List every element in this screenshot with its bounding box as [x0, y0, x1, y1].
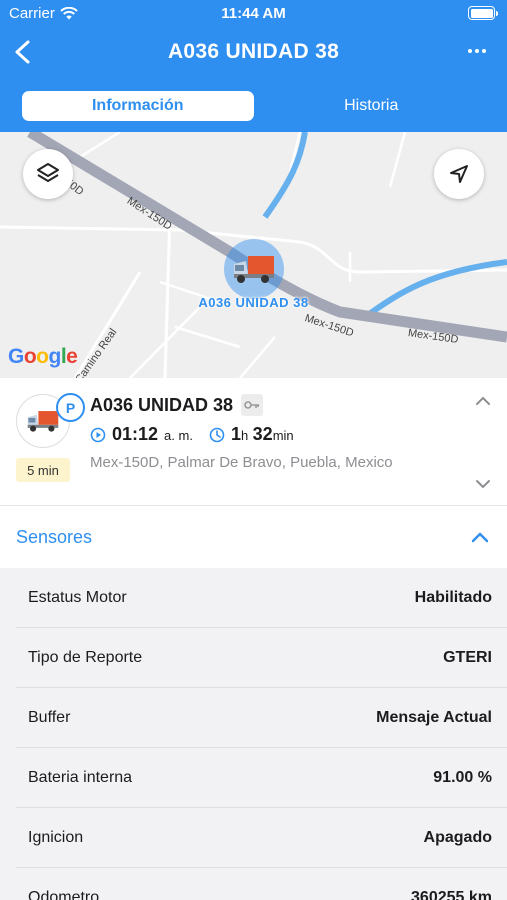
- vehicle-name-row: A036 UNIDAD 38: [90, 394, 264, 416]
- map-layers-button[interactable]: [23, 149, 73, 199]
- chevron-up-icon[interactable]: [475, 396, 491, 406]
- vehicle-name: A036 UNIDAD 38: [90, 394, 234, 415]
- sensores-section-header[interactable]: Sensores: [0, 507, 507, 567]
- layers-icon: [37, 163, 59, 182]
- sensor-label: Ignicion: [28, 829, 84, 846]
- locate-button[interactable]: [434, 149, 484, 199]
- sensor-label: Tipo de Reporte: [28, 649, 143, 666]
- battery-icon: [468, 6, 498, 20]
- map-view[interactable]: Mex-150D Mex-150D Mex-150D Mex-150D Cami…: [0, 132, 507, 378]
- play-circle-icon: [90, 427, 106, 442]
- duration-minutes: 32: [252, 424, 273, 444]
- sensor-row: Ignicion Apagado: [16, 808, 507, 868]
- duration-minutes-unit: min: [272, 428, 294, 443]
- report-time-suffix: a. m.: [164, 428, 193, 443]
- sensor-value: Apagado: [423, 829, 492, 846]
- chevron-down-icon[interactable]: [475, 479, 491, 489]
- report-time: 01:12: [112, 424, 159, 444]
- sensor-value: 360255 km: [411, 889, 492, 900]
- truck-icon: [234, 256, 274, 283]
- sensor-value: 91.00 %: [433, 769, 492, 786]
- sensor-row: Buffer Mensaje Actual: [16, 688, 507, 748]
- app-header: Carrier 11:44 AM A036 UNIDAD 38 Informac…: [0, 0, 507, 132]
- clock-icon: [209, 427, 225, 442]
- sensor-row: Estatus Motor Habilitado: [16, 568, 507, 628]
- more-options-button[interactable]: [465, 36, 489, 66]
- vehicle-map-marker[interactable]: [224, 239, 284, 299]
- navigation-arrow-icon: [450, 165, 468, 183]
- key-icon: [241, 394, 264, 416]
- chevron-up-icon[interactable]: [471, 532, 489, 543]
- tab-historia[interactable]: Historia: [256, 89, 488, 123]
- vehicle-summary-card[interactable]: P 5 min A036 UNIDAD 38 01:12 a. m. 1h 32…: [0, 378, 507, 506]
- sensor-row: Odometro 360255 km: [16, 868, 507, 900]
- parked-status-badge: P: [56, 393, 85, 422]
- vehicle-address: Mex-150D, Palmar De Bravo, Puebla, Mexic…: [90, 454, 393, 471]
- map-marker-label: A036 UNIDAD 38: [198, 295, 309, 310]
- tab-control: Información Historia: [20, 89, 487, 123]
- sensor-value: Habilitado: [414, 589, 492, 606]
- truck-icon: [27, 411, 59, 432]
- time-ago-badge: 5 min: [16, 458, 70, 482]
- more-dot-icon: [468, 49, 472, 53]
- duration-hours-unit: h: [240, 428, 249, 443]
- clock: 11:44 AM: [221, 5, 286, 22]
- tab-informacion[interactable]: Información: [22, 91, 254, 121]
- nav-bar: A036 UNIDAD 38: [0, 30, 507, 76]
- sensor-value: GTERI: [443, 649, 492, 666]
- sensor-list: Estatus Motor Habilitado Tipo de Reporte…: [0, 568, 507, 900]
- google-logo: Google: [8, 345, 78, 368]
- section-title: Sensores: [16, 527, 93, 547]
- page-title: A036 UNIDAD 38: [167, 40, 340, 63]
- vehicle-time-row: 01:12 a. m. 1h 32min: [90, 424, 294, 445]
- sensor-row: Tipo de Reporte GTERI: [16, 628, 507, 688]
- more-dot-icon: [482, 49, 486, 53]
- sensor-row: Bateria interna 91.00 %: [16, 748, 507, 808]
- sensor-value: Mensaje Actual: [376, 709, 492, 726]
- sensor-label: Estatus Motor: [28, 589, 127, 606]
- more-dot-icon: [475, 49, 479, 53]
- duration-hours: 1: [230, 424, 241, 444]
- sensor-label: Bateria interna: [28, 769, 133, 786]
- status-bar: Carrier 11:44 AM: [0, 0, 507, 28]
- sensor-label: Buffer: [28, 709, 71, 726]
- sensor-label: Odometro: [28, 889, 100, 900]
